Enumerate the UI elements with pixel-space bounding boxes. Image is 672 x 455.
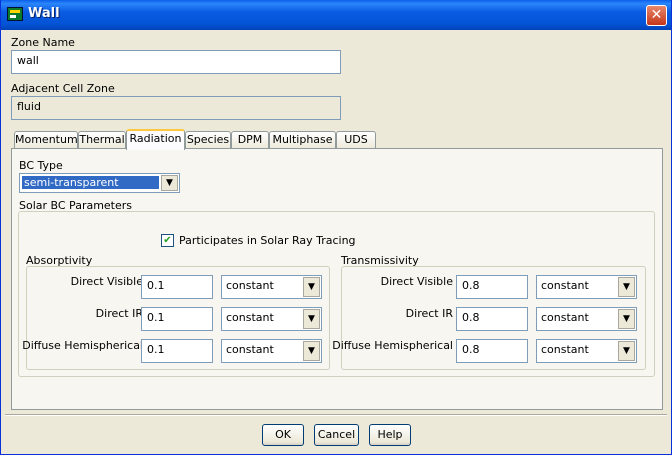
adjacent-cell-zone-label: Adjacent Cell Zone (11, 82, 115, 95)
trans-direct-ir-method-value: constant (541, 311, 589, 324)
bc-type-select[interactable]: semi-transparent ▼ (19, 173, 180, 193)
abs-diffuse-method[interactable]: constant ▼ (221, 339, 322, 363)
adjacent-cell-zone-field: fluid (11, 96, 341, 120)
abs-direct-ir-label: Direct IR (95, 307, 143, 320)
window-title: Wall (28, 6, 60, 21)
trans-direct-ir-label: Direct IR (405, 307, 453, 320)
tab-uds[interactable]: UDS (336, 131, 376, 149)
abs-direct-visible-method-value: constant (226, 279, 274, 292)
trans-diffuse-method-value: constant (541, 343, 589, 356)
chevron-down-icon[interactable]: ▼ (618, 309, 635, 329)
absorptivity-group: Direct Visible 0.1 constant ▼ Direct IR … (22, 266, 330, 370)
trans-diffuse-input[interactable]: 0.8 (456, 339, 528, 363)
chevron-down-icon[interactable]: ▼ (303, 277, 320, 297)
tab-species[interactable]: Species (185, 131, 231, 149)
ok-button[interactable]: OK (262, 424, 304, 446)
abs-diffuse-label: Diffuse Hemispherical (22, 339, 143, 352)
abs-direct-visible-label: Direct Visible (70, 275, 143, 288)
help-button[interactable]: Help (369, 424, 411, 446)
trans-diffuse-method[interactable]: constant ▼ (536, 339, 637, 363)
chevron-down-icon[interactable]: ▼ (618, 277, 635, 297)
trans-direct-ir-method[interactable]: constant ▼ (536, 307, 637, 331)
zone-name-label: Zone Name (11, 36, 75, 49)
bc-type-label: BC Type (19, 159, 63, 172)
tab-radiation[interactable]: Radiation (126, 129, 185, 150)
trans-direct-ir-input[interactable]: 0.8 (456, 307, 528, 331)
tab-dpm[interactable]: DPM (231, 131, 269, 149)
tab-multiphase[interactable]: Multiphase (269, 131, 336, 149)
trans-direct-visible-method[interactable]: constant ▼ (536, 275, 637, 299)
chevron-down-icon[interactable]: ▼ (303, 341, 320, 361)
abs-diffuse-method-value: constant (226, 343, 274, 356)
zone-name-input[interactable]: wall (11, 50, 341, 74)
cancel-button[interactable]: Cancel (314, 424, 359, 446)
abs-direct-ir-method-value: constant (226, 311, 274, 324)
radiation-tab-panel: BC Type semi-transparent ▼ Solar BC Para… (11, 148, 663, 410)
tab-thermal[interactable]: Thermal (78, 131, 126, 149)
title-bar[interactable]: Wall ✕ (1, 0, 671, 30)
abs-direct-visible-input[interactable]: 0.1 (141, 275, 213, 299)
close-button[interactable]: ✕ (646, 5, 667, 26)
button-separator (5, 414, 667, 416)
trans-diffuse-label: Diffuse Hemispherical (332, 339, 453, 352)
solar-bc-group: ✔ Participates in Solar Ray Tracing Abso… (18, 211, 655, 377)
chevron-down-icon[interactable]: ▼ (161, 175, 178, 191)
trans-direct-visible-input[interactable]: 0.8 (456, 275, 528, 299)
trans-direct-visible-label: Direct Visible (380, 275, 453, 288)
abs-direct-ir-method[interactable]: constant ▼ (221, 307, 322, 331)
abs-direct-visible-method[interactable]: constant ▼ (221, 275, 322, 299)
trans-direct-visible-method-value: constant (541, 279, 589, 292)
transmissivity-group: Direct Visible 0.8 constant ▼ Direct IR … (332, 266, 646, 370)
participates-checkbox[interactable]: ✔ (161, 234, 174, 247)
abs-diffuse-input[interactable]: 0.1 (141, 339, 213, 363)
app-icon (7, 7, 23, 21)
bc-type-value: semi-transparent (22, 176, 159, 189)
participates-label: Participates in Solar Ray Tracing (179, 234, 356, 247)
chevron-down-icon[interactable]: ▼ (303, 309, 320, 329)
abs-direct-ir-input[interactable]: 0.1 (141, 307, 213, 331)
chevron-down-icon[interactable]: ▼ (618, 341, 635, 361)
tab-momentum[interactable]: Momentum (14, 131, 78, 149)
wall-dialog: Wall ✕ Zone Name wall Adjacent Cell Zone… (0, 0, 672, 455)
